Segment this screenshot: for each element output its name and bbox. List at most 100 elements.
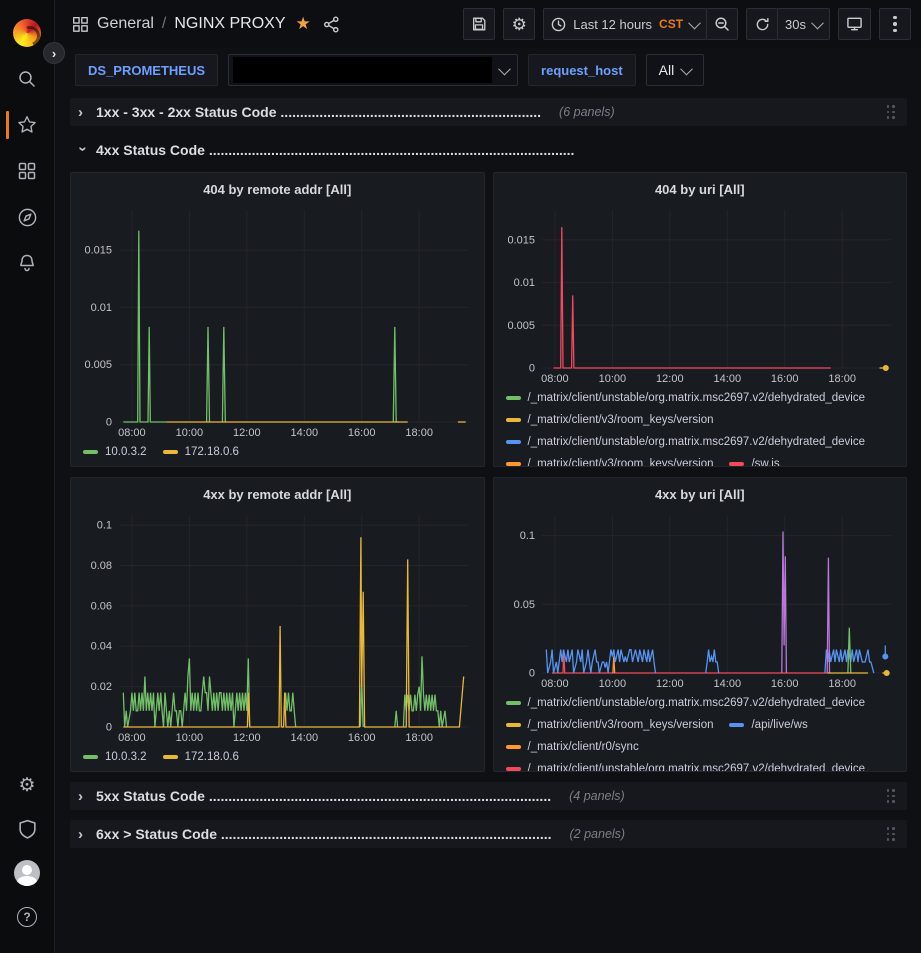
timeseries-chart[interactable]: 00.0050.010.01508:0010:0012:0014:0016:00… (502, 202, 899, 386)
sidebar: › ⚙ ? (0, 0, 55, 953)
legend-item[interactable]: 172.18.0.6 (163, 441, 239, 463)
legend-item[interactable]: /_matrix/client/v3/room_keys/version (506, 453, 714, 466)
timeseries-chart[interactable]: 00.020.040.060.080.108:0010:0012:0014:00… (79, 507, 476, 745)
dashboard-toolbar: General / NGINX PROXY ★ ⚙ Last 12 hours … (55, 0, 921, 48)
sidebar-item-dashboards[interactable] (0, 148, 55, 194)
favorite-star-icon[interactable]: ★ (296, 14, 311, 34)
more-options-button[interactable] (879, 8, 911, 40)
panel-title[interactable]: 4xx by remote addr [All] (79, 483, 476, 507)
svg-text:10:00: 10:00 (176, 732, 204, 744)
tv-mode-button[interactable] (838, 8, 871, 40)
toolbar-actions: ⚙ Last 12 hours CST (463, 8, 911, 40)
help-icon: ? (17, 907, 37, 927)
refresh-interval-button[interactable]: 30s (777, 8, 830, 40)
sidebar-item-configuration[interactable]: ⚙ (0, 763, 55, 807)
sidebar-item-explore[interactable] (0, 194, 55, 240)
row-6xx[interactable]: › 6xx > Status Code ....................… (70, 820, 907, 848)
grafana-app: › ⚙ ? Gener (0, 0, 921, 953)
svg-text:18:00: 18:00 (828, 678, 856, 690)
refresh-button[interactable] (746, 8, 778, 40)
svg-text:0: 0 (106, 417, 112, 429)
legend-label: /_matrix/client/v3/room_keys/version (528, 714, 714, 736)
sidebar-item-server-admin[interactable] (0, 807, 55, 851)
legend-item[interactable]: /api/live/ws (729, 714, 807, 736)
panel-title[interactable]: 4xx by uri [All] (502, 483, 899, 507)
dashboard-variables-row: DS_PROMETHEUS request_host All (55, 48, 921, 92)
sidebar-item-starred[interactable] (0, 102, 55, 148)
legend-label: 172.18.0.6 (185, 441, 239, 463)
breadcrumb: General / NGINX PROXY ★ (71, 14, 340, 34)
refresh-group: 30s (746, 8, 830, 40)
svg-text:0.02: 0.02 (91, 681, 112, 693)
sidebar-item-help[interactable]: ? (0, 895, 55, 939)
row-panel-count: (2 panels) (570, 827, 626, 841)
kebab-icon (893, 16, 897, 33)
dashboard-settings-button[interactable]: ⚙ (503, 8, 535, 40)
sidebar-item-profile[interactable] (0, 851, 55, 895)
legend-swatch (163, 450, 178, 454)
panel-title[interactable]: 404 by uri [All] (502, 178, 899, 202)
sidebar-item-search[interactable] (0, 56, 55, 102)
legend-swatch (506, 462, 521, 466)
zoom-out-icon (714, 16, 730, 32)
legend-item[interactable]: 10.0.3.2 (83, 441, 147, 463)
legend-item[interactable]: 172.18.0.6 (163, 746, 239, 768)
timeseries-chart[interactable]: 00.050.108:0010:0012:0014:0016:0018:00 (502, 507, 899, 691)
panel-title[interactable]: 404 by remote addr [All] (79, 178, 476, 202)
sidebar-expand-button[interactable]: › (43, 42, 65, 64)
svg-text:14:00: 14:00 (713, 373, 741, 385)
zoom-out-button[interactable] (706, 8, 738, 40)
panel-row-2: 4xx by remote addr [All] 00.020.040.060.… (70, 477, 907, 772)
timezone-label: CST (659, 17, 683, 31)
clock-icon (551, 17, 566, 32)
row-drag-handle[interactable] (887, 105, 896, 119)
request-host-variable-select[interactable]: All (646, 54, 705, 86)
legend-item[interactable]: /_matrix/client/r0/sync (506, 736, 639, 758)
svg-text:12:00: 12:00 (656, 678, 684, 690)
legend-item[interactable]: /sw.js (729, 453, 779, 466)
row-drag-handle[interactable] (887, 789, 896, 803)
share-icon[interactable] (323, 16, 340, 33)
svg-text:0.1: 0.1 (97, 520, 112, 532)
request-host-variable-label[interactable]: request_host (528, 54, 636, 86)
sidebar-item-alerting[interactable] (0, 240, 55, 286)
time-range-button[interactable]: Last 12 hours CST (543, 8, 707, 40)
legend-item[interactable]: /_matrix/client/unstable/org.matrix.msc2… (506, 758, 866, 771)
chart-svg: 00.050.108:0010:0012:0014:0016:0018:00 (502, 507, 899, 691)
chevron-down-icon (811, 16, 824, 29)
svg-text:0.04: 0.04 (91, 641, 112, 653)
row-drag-handle[interactable] (887, 827, 896, 841)
chevron-down-icon (680, 62, 693, 75)
legend-label: 10.0.3.2 (105, 746, 147, 768)
row-1xx-3xx-2xx[interactable]: › 1xx - 3xx - 2xx Status Code ..........… (70, 98, 907, 126)
svg-text:08:00: 08:00 (118, 732, 146, 744)
grafana-logo-icon (13, 19, 41, 47)
dashboard-title[interactable]: NGINX PROXY (174, 15, 285, 33)
chevron-right-icon: › (78, 788, 88, 805)
row-title: 4xx Status Code ........................… (96, 142, 574, 158)
legend-item[interactable]: /_matrix/client/v3/room_keys/version (506, 714, 714, 736)
legend-item[interactable]: /_matrix/client/unstable/org.matrix.msc2… (506, 387, 866, 409)
legend-item[interactable]: /_matrix/client/v3/room_keys/version (506, 409, 714, 431)
legend-item[interactable]: /_matrix/client/unstable/org.matrix.msc2… (506, 431, 866, 453)
datasource-variable-label[interactable]: DS_PROMETHEUS (75, 54, 218, 86)
legend-label: 172.18.0.6 (185, 746, 239, 768)
chart-legend: /_matrix/client/unstable/org.matrix.msc2… (502, 386, 899, 466)
row-5xx[interactable]: › 5xx Status Code ......................… (70, 782, 907, 810)
svg-text:08:00: 08:00 (541, 373, 569, 385)
legend-swatch (506, 418, 521, 422)
timeseries-chart[interactable]: 00.0050.010.01508:0010:0012:0014:0016:00… (79, 202, 476, 440)
star-icon (16, 114, 38, 136)
chart-legend: /_matrix/client/unstable/org.matrix.msc2… (502, 691, 899, 771)
legend-item[interactable]: /_matrix/client/unstable/org.matrix.msc2… (506, 692, 866, 714)
row-4xx[interactable]: › 4xx Status Code ......................… (70, 136, 907, 164)
time-range-label: Last 12 hours (573, 17, 652, 32)
save-dashboard-button[interactable] (463, 8, 495, 40)
chart-svg: 00.0050.010.01508:0010:0012:0014:0016:00… (79, 202, 476, 440)
datasource-variable-select[interactable] (228, 54, 518, 86)
breadcrumb-section[interactable]: General (97, 15, 154, 33)
datasource-value-redacted (233, 57, 492, 83)
chevron-right-icon: › (78, 104, 88, 121)
legend-item[interactable]: 10.0.3.2 (83, 746, 147, 768)
row-title: 5xx Status Code ........................… (96, 788, 551, 804)
